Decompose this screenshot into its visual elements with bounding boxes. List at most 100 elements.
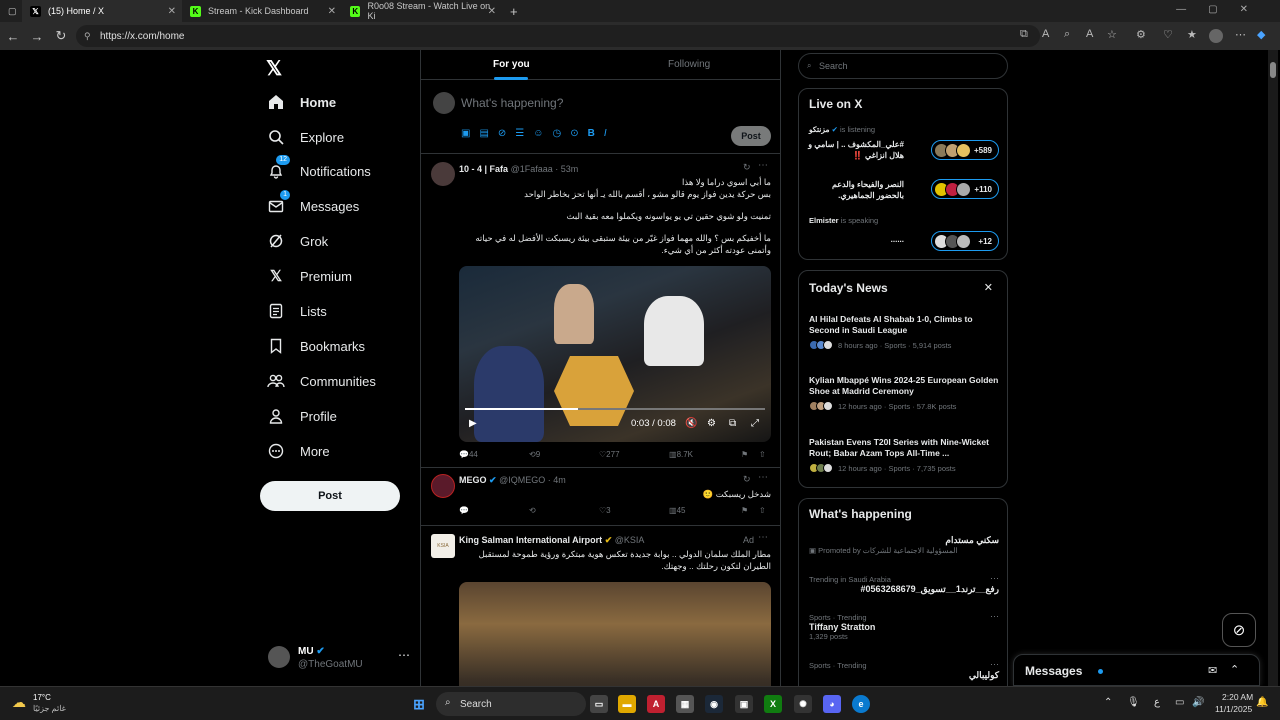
tab-following[interactable]: Following (668, 59, 710, 70)
new-message-icon[interactable]: ✉ (1208, 664, 1217, 677)
live-space-item[interactable]: Elmister is speaking ...... +12 (809, 216, 999, 256)
avatar[interactable] (431, 474, 455, 498)
address-bar[interactable]: ⚲ https://x.com/home (76, 25, 1040, 47)
file-explorer-icon[interactable]: ▬ (618, 695, 636, 713)
tab-for-you[interactable]: For you (493, 59, 530, 70)
read-aloud-icon[interactable]: A (1042, 28, 1049, 40)
network-icon[interactable]: ▭ (1175, 697, 1184, 708)
store-icon[interactable]: ▦ (676, 695, 694, 713)
author-name[interactable]: MEGO (459, 475, 487, 485)
grok-icon[interactable]: ↻ (743, 474, 751, 485)
nav-home[interactable]: Home (266, 87, 336, 117)
nav-profile[interactable]: Profile (266, 401, 337, 431)
microphone-icon[interactable]: 🎙 (1127, 697, 1140, 708)
messages-drawer[interactable]: Messages ✉ ⌃ (1013, 654, 1260, 686)
nav-lists[interactable]: Lists (266, 296, 327, 326)
tweet[interactable]: 10 - 4 | Fafa @1Fafaaa · 53m ↻ ⋯ ما أبي … (421, 154, 780, 468)
ad-image[interactable] (459, 582, 771, 686)
author-handle[interactable]: @1Fafaaa (511, 164, 553, 174)
compose-input[interactable]: What's happening? (461, 96, 563, 110)
zoom-icon[interactable]: ⌕ (1064, 28, 1070, 41)
views-button[interactable]: ▥ 8.7K (669, 450, 693, 459)
steam-icon[interactable]: ◉ (705, 695, 723, 713)
avatar[interactable] (431, 162, 455, 186)
favorite-star-icon[interactable]: ☆ (1107, 28, 1117, 41)
live-listeners-pill[interactable]: +12 (931, 231, 999, 251)
italic-icon[interactable]: I (604, 128, 607, 139)
clock-time[interactable]: 2:20 AM (1222, 692, 1253, 702)
nav-grok[interactable]: Grok (266, 226, 328, 256)
more-dots-icon[interactable]: ⋯ (398, 648, 410, 662)
fullscreen-icon[interactable]: ⤢ (751, 418, 759, 429)
extensions-icon[interactable]: ⚙ (1136, 28, 1146, 41)
more-dots-icon[interactable]: ⋯ (758, 160, 768, 171)
window-controls[interactable]: —▢✕ (1176, 4, 1270, 15)
like-button[interactable]: ♡ 3 (599, 506, 611, 515)
clock-date[interactable]: 11/1/2025 (1215, 704, 1252, 714)
share-icon[interactable]: ⇧ (759, 506, 766, 515)
ad-tweet[interactable]: KSIA King Salman International Airport ✔… (421, 526, 780, 686)
promoted-trend[interactable]: سكني مستدام ▣ Promoted by المسؤولية الاج… (809, 535, 999, 565)
nav-explore[interactable]: Explore (266, 122, 344, 152)
task-view-icon[interactable]: ▭ (590, 695, 608, 713)
browser-tab-kick-stream[interactable]: K R0o08 Stream - Watch Live on Ki ✕ (342, 0, 502, 22)
author-name[interactable]: King Salman International Airport (459, 535, 602, 545)
profile-avatar[interactable] (1209, 29, 1223, 43)
taskbar-search[interactable]: ⌕ Search (436, 692, 586, 716)
schedule-icon[interactable]: ◷ (552, 128, 561, 139)
bold-icon[interactable]: B (588, 128, 595, 139)
share-icon[interactable]: ⇧ (759, 450, 766, 459)
post-button[interactable]: Post (260, 481, 400, 511)
nav-more[interactable]: More (266, 436, 330, 466)
poll-icon[interactable]: ☰ (515, 128, 524, 139)
more-dots-icon[interactable]: ⋯ (990, 659, 999, 670)
volume-icon[interactable]: 🔇 (685, 418, 697, 429)
live-space-item[interactable]: مزنتكو ✔ is listening #علي_المكشوف .. | … (808, 125, 999, 169)
scrollbar-thumb[interactable] (1270, 62, 1276, 78)
site-info-icon[interactable]: ⚲ (84, 31, 91, 42)
favorites-icon[interactable]: ★ (1187, 28, 1197, 41)
xbox-icon[interactable]: X (764, 695, 782, 713)
page-scrollbar[interactable] (1268, 50, 1278, 686)
grok-icon[interactable]: ↻ (743, 162, 751, 173)
account-switcher[interactable]: MU ✔ @TheGoatMU ⋯ (268, 642, 418, 678)
windows-start-icon[interactable]: ⊞ (410, 695, 428, 713)
news-item[interactable]: Kylian Mbappé Wins 2024-25 European Gold… (809, 375, 999, 411)
image-icon[interactable]: ▣ (461, 128, 470, 139)
settings-gear-icon[interactable]: ⚙ (707, 418, 716, 429)
picture-in-picture-icon[interactable]: ⧉ (729, 418, 736, 429)
nav-notifications[interactable]: 12 Notifications (266, 155, 371, 186)
close-icon[interactable]: ✕ (328, 6, 336, 17)
trend-item[interactable]: Trending in Saudi Arabia #رفع__ترند1__تس… (809, 573, 999, 595)
more-dots-icon[interactable]: ⋯ (990, 611, 999, 622)
volume-icon[interactable]: 🔊 (1192, 697, 1204, 708)
reply-button[interactable]: 💬 (459, 506, 469, 515)
tab-actions-icon[interactable]: ▢ (0, 0, 22, 22)
live-space-item[interactable]: النصر والفيحاء والدعم بالحضور الجماهيري.… (809, 177, 999, 207)
browser-tab-x[interactable]: 𝕏 (15) Home / X ✕ (22, 0, 182, 22)
more-dots-icon[interactable]: ⋯ (990, 573, 999, 584)
nav-premium[interactable]: 𝕏 Premium (266, 261, 352, 291)
refresh-icon[interactable]: ↻ (49, 28, 73, 44)
trend-item[interactable]: Sports · Trending كوليبالي ⋯ (809, 659, 999, 681)
search-input[interactable]: ⌕ Search (798, 53, 1008, 79)
ksia-logo[interactable]: KSIA (431, 534, 455, 558)
new-tab-button[interactable]: + (502, 0, 526, 22)
translate-icon[interactable]: ⧉ (1020, 28, 1028, 41)
browser-essentials-icon[interactable]: ♡ (1163, 28, 1173, 41)
nav-messages[interactable]: 1 Messages (266, 190, 359, 221)
font-icon[interactable]: A (1086, 28, 1093, 40)
tweet-time[interactable]: · 4m (548, 475, 566, 485)
bookmark-icon[interactable]: ⚑ (741, 506, 748, 515)
live-listeners-pill[interactable]: +589 (931, 140, 999, 160)
trend-item[interactable]: Sports · Trending Tiffany Stratton 1,329… (809, 611, 999, 641)
adobe-app-icon[interactable]: A (647, 695, 665, 713)
weather-icon[interactable]: ☁ (12, 694, 26, 711)
back-icon[interactable]: ← (1, 29, 25, 44)
copilot-icon[interactable]: ◆ (1257, 28, 1265, 41)
news-item[interactable]: Pakistan Evens T20I Series with Nine-Wic… (809, 437, 999, 473)
close-icon[interactable]: ✕ (984, 281, 993, 294)
forward-icon[interactable]: → (25, 29, 49, 44)
tweet[interactable]: MEGO ✔ @IQMEGO · 4m ↻ ⋯ شدخل ريسبكت 🙂 💬 … (421, 468, 780, 526)
notification-bell-icon[interactable]: 🔔 (1256, 697, 1268, 708)
